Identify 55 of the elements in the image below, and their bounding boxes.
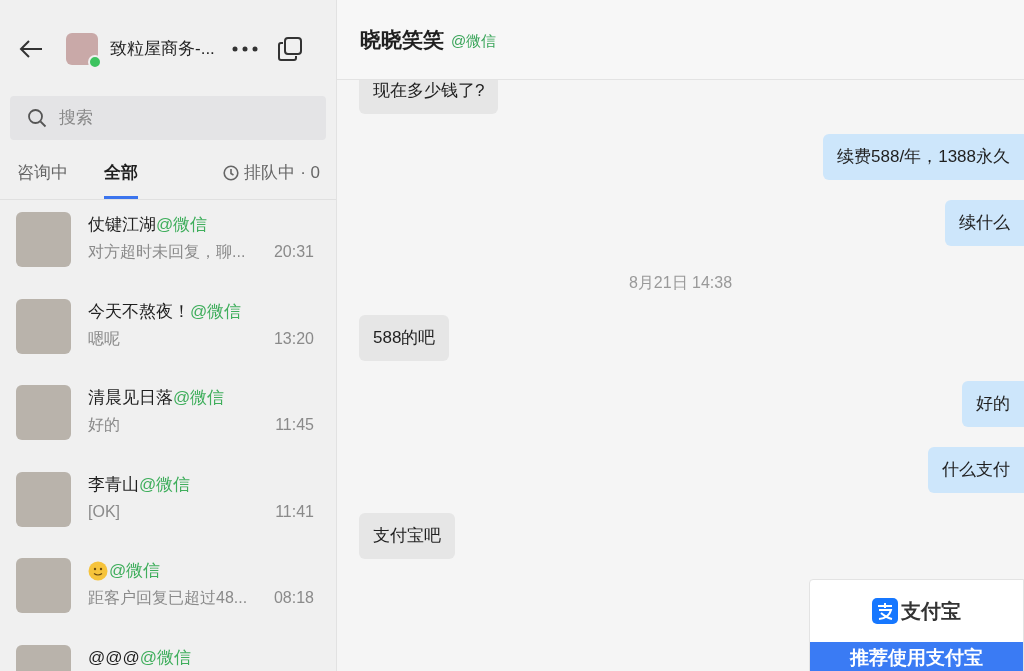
profile-photo — [66, 33, 98, 65]
message-bubble: 什么支付 — [928, 447, 1024, 493]
contact-name: 仗键江湖 — [88, 214, 156, 237]
channel-label: @微信 — [173, 387, 225, 410]
contact-name: @@@ — [88, 646, 140, 669]
clock-icon — [223, 164, 240, 181]
tab[interactable]: 咨询中 — [17, 146, 68, 199]
message-time: 20:31 — [273, 242, 314, 262]
message-bubble: 续费588/年，1388永久 — [823, 134, 1024, 180]
search-field[interactable]: 搜索 — [10, 96, 326, 140]
message-bubble: 588的吧 — [359, 315, 450, 361]
message-bubble: 好的 — [962, 381, 1024, 427]
payment-logo-icon — [872, 598, 898, 624]
back-icon[interactable] — [18, 39, 44, 59]
message-time: 11:41 — [275, 501, 314, 522]
avatar-photo — [16, 385, 71, 440]
contact-name: 李青山 — [88, 473, 139, 496]
channel-label: @微信 — [109, 560, 161, 583]
message-preview: [OK] — [88, 501, 120, 522]
contact-name: 清晨见日落 — [88, 387, 173, 410]
message-time: 13:20 — [273, 328, 314, 349]
message-bubble: 续什么 — [945, 200, 1024, 246]
timestamp: 8月21日 14:38 — [628, 273, 733, 293]
brand-name: 支付宝 — [901, 599, 961, 624]
channel-label: @微信 — [139, 646, 192, 669]
channel-label: @微信 — [156, 214, 208, 237]
conversation-item[interactable]: 清晨见日落@微信 好的 11:45 — [0, 373, 336, 460]
account-name: 致粒屋商务-... — [110, 38, 215, 61]
message-time: 08:18 — [273, 588, 314, 608]
channel-label: @微信 — [451, 30, 497, 51]
channel-label: @微信 — [190, 300, 242, 323]
avatar-photo — [16, 558, 71, 613]
tab[interactable]: 全部 — [104, 146, 138, 199]
copy-icon[interactable] — [277, 37, 302, 61]
conversation-item[interactable]: 今天不熬夜！@微信 嗯呢 13:20 — [0, 286, 336, 373]
avatar-photo — [16, 298, 71, 354]
conversation-item[interactable]: @@@@微信 — [0, 632, 336, 671]
message-preview: 嗯呢 — [88, 328, 120, 349]
more-icon[interactable] — [231, 46, 258, 52]
conversation-item[interactable]: 仗键江湖@微信 对方超时未回复，聊... 20:31 — [0, 200, 336, 287]
message-preview: 距客户回复已超过48... — [88, 588, 248, 608]
avatar-photo — [16, 212, 71, 267]
contact-name: 今天不熬夜！ — [88, 300, 190, 323]
message-preview: 好的 — [88, 415, 120, 435]
message-preview: 对方超时未回复，聊... — [88, 242, 246, 262]
queue-status[interactable]: 排队中 · 0 — [244, 159, 320, 186]
search-icon — [27, 108, 47, 128]
chat-title: 晓晓笑笑 — [360, 26, 444, 53]
conversation-item[interactable]: 李青山@微信 [OK] 11:41 — [0, 459, 336, 546]
message-bubble: 支付宝吧 — [359, 513, 455, 559]
avatar-photo — [16, 471, 71, 527]
message-time: 11:45 — [275, 415, 314, 435]
recommend-button[interactable]: 推荐使用支付宝 — [810, 642, 1023, 671]
channel-label: @微信 — [139, 473, 191, 496]
smiley-icon — [88, 561, 108, 581]
